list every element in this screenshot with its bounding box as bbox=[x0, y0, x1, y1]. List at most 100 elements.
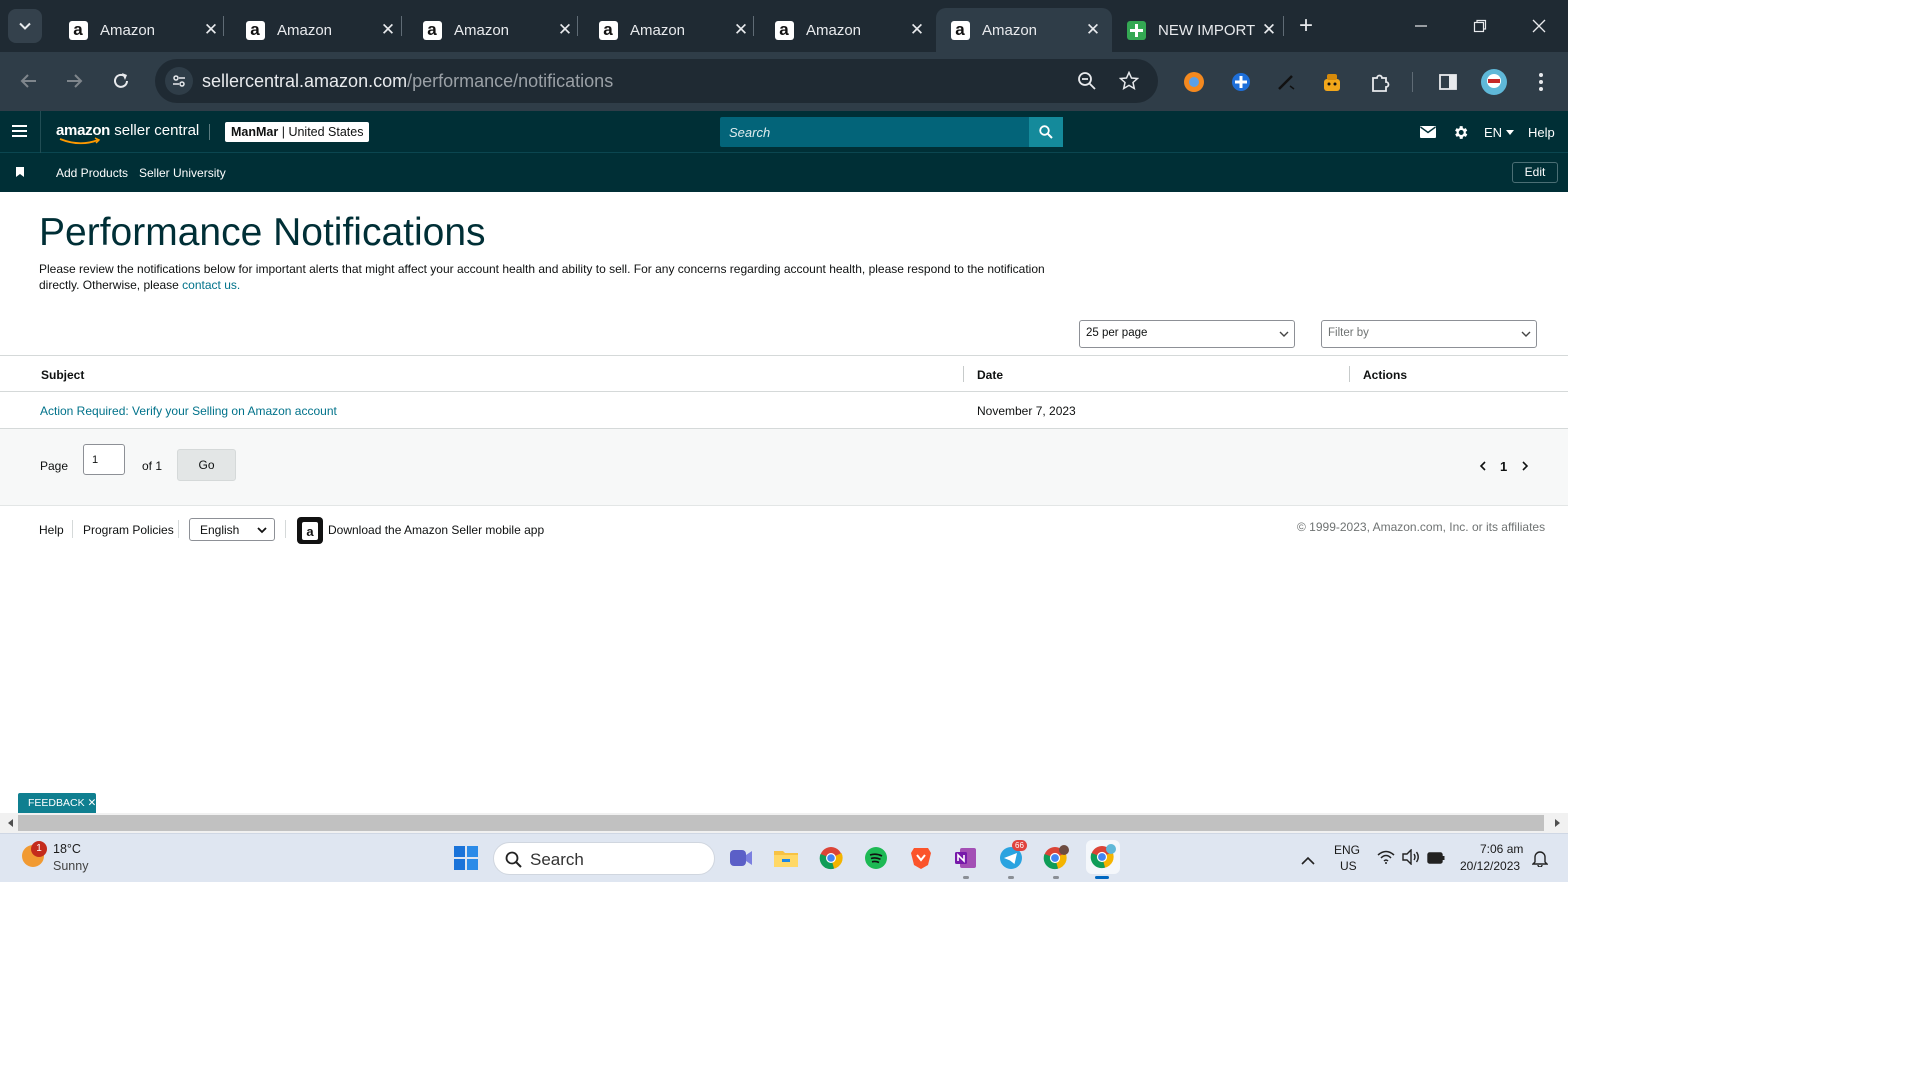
footer-language-value: English bbox=[200, 523, 240, 537]
browser-toolbar: sellercentral.amazon.com/performance/not… bbox=[0, 52, 1568, 111]
page-title: Performance Notifications bbox=[39, 211, 486, 254]
close-icon[interactable]: ✕ bbox=[88, 797, 97, 809]
close-icon[interactable]: ✕ bbox=[1084, 20, 1102, 39]
close-icon[interactable]: ✕ bbox=[379, 20, 397, 39]
bookmark-star-icon[interactable] bbox=[1118, 70, 1140, 92]
battery-icon[interactable] bbox=[1427, 851, 1445, 869]
input-language-bottom[interactable]: US bbox=[1340, 859, 1357, 873]
caret-down-icon bbox=[1506, 129, 1515, 135]
windows-start-icon[interactable] bbox=[454, 846, 478, 870]
browser-tab[interactable]: a Amazon ✕ bbox=[760, 8, 936, 52]
bookmark-seller-university[interactable]: Seller University bbox=[139, 166, 226, 180]
column-date[interactable]: Date bbox=[977, 368, 1003, 382]
per-page-select[interactable]: 25 per page bbox=[1079, 320, 1295, 348]
close-icon[interactable]: ✕ bbox=[556, 20, 574, 39]
reload-button[interactable] bbox=[106, 66, 136, 96]
teams-meet-icon[interactable] bbox=[728, 845, 754, 871]
table-row: Action Required: Verify your Selling on … bbox=[0, 392, 1568, 429]
close-icon[interactable]: ✕ bbox=[908, 20, 926, 39]
site-info-icon[interactable] bbox=[165, 67, 193, 95]
clock-time[interactable]: 7:06 am bbox=[1480, 842, 1523, 856]
filter-select[interactable]: Filter by bbox=[1321, 320, 1537, 348]
settings-button[interactable] bbox=[1452, 111, 1469, 153]
browser-tab[interactable]: a Amazon ✕ bbox=[584, 8, 760, 52]
minimize-icon bbox=[1415, 25, 1427, 27]
amazon-a-icon: a bbox=[598, 20, 618, 40]
chrome-profile-icon[interactable] bbox=[1043, 845, 1069, 871]
page-number-input[interactable]: 1 bbox=[83, 444, 125, 475]
chrome-icon[interactable] bbox=[818, 845, 844, 871]
tab-search-button[interactable] bbox=[8, 9, 42, 43]
help-link[interactable]: Help bbox=[1528, 111, 1555, 153]
wifi-icon[interactable] bbox=[1377, 850, 1395, 869]
file-explorer-icon[interactable] bbox=[773, 845, 799, 871]
extension-blue-icon[interactable] bbox=[1228, 69, 1254, 95]
feedback-button[interactable]: FEEDBACK ✕ bbox=[18, 793, 96, 813]
telegram-icon[interactable]: 66 bbox=[998, 840, 1027, 871]
messages-button[interactable] bbox=[1420, 111, 1436, 153]
chrome-active-icon[interactable] bbox=[1086, 840, 1120, 874]
edit-bookmarks-button[interactable]: Edit bbox=[1512, 162, 1558, 183]
notification-subject-link[interactable]: Action Required: Verify your Selling on … bbox=[40, 404, 337, 418]
current-page-number[interactable]: 1 bbox=[1500, 459, 1507, 474]
restore-button[interactable] bbox=[1465, 12, 1495, 40]
url-text[interactable]: sellercentral.amazon.com/performance/not… bbox=[202, 71, 613, 92]
search-input[interactable] bbox=[720, 117, 1029, 147]
bookmark-add-products[interactable]: Add Products bbox=[56, 166, 128, 180]
next-page-button[interactable] bbox=[1521, 459, 1529, 474]
volume-icon[interactable] bbox=[1402, 848, 1420, 870]
scroll-left-icon[interactable] bbox=[5, 817, 17, 829]
spotify-icon[interactable] bbox=[863, 845, 889, 871]
profile-avatar[interactable] bbox=[1481, 69, 1507, 95]
zoom-icon[interactable] bbox=[1076, 70, 1098, 92]
search-button[interactable] bbox=[1029, 117, 1063, 147]
footer-help-link[interactable]: Help bbox=[39, 523, 64, 537]
close-icon[interactable]: ✕ bbox=[1260, 20, 1278, 39]
scroll-right-icon[interactable] bbox=[1551, 817, 1563, 829]
side-panel-icon[interactable] bbox=[1435, 69, 1461, 95]
brave-icon[interactable] bbox=[908, 845, 934, 871]
close-icon[interactable]: ✕ bbox=[202, 20, 220, 39]
amazon-a-icon: a bbox=[422, 20, 442, 40]
notifications-bell-icon[interactable] bbox=[1531, 849, 1549, 872]
extension-pen-icon[interactable] bbox=[1273, 69, 1299, 95]
go-button[interactable]: Go bbox=[177, 449, 236, 481]
program-policies-link[interactable]: Program Policies bbox=[83, 523, 174, 537]
browser-tab[interactable]: a Amazon ✕ bbox=[408, 8, 584, 52]
close-icon[interactable]: ✕ bbox=[732, 20, 750, 39]
download-app-link[interactable]: Download the Amazon Seller mobile app bbox=[328, 523, 544, 537]
close-window-button[interactable] bbox=[1524, 12, 1554, 40]
browser-menu-icon[interactable] bbox=[1528, 69, 1554, 95]
contact-us-link[interactable]: contact us. bbox=[182, 278, 240, 292]
browser-tab[interactable]: a Amazon ✕ bbox=[54, 8, 230, 52]
footer-language-select[interactable]: English bbox=[189, 518, 275, 541]
seller-central-logo[interactable]: amazon seller central bbox=[56, 122, 199, 145]
bookmark-icon[interactable] bbox=[16, 167, 24, 177]
horizontal-scrollbar[interactable] bbox=[0, 813, 1568, 833]
onenote-icon[interactable] bbox=[953, 845, 979, 871]
show-hidden-icons-button[interactable] bbox=[1301, 852, 1315, 870]
column-subject[interactable]: Subject bbox=[41, 368, 84, 382]
hamburger-menu-icon[interactable] bbox=[12, 125, 27, 138]
account-switcher[interactable]: ManMar | United States bbox=[225, 122, 370, 142]
browser-tab[interactable]: NEW IMPORT ✕ bbox=[1112, 8, 1288, 52]
back-button[interactable] bbox=[14, 66, 44, 96]
chevron-left-icon bbox=[1479, 461, 1486, 471]
extension-orange-icon[interactable] bbox=[1181, 69, 1207, 95]
extensions-puzzle-icon[interactable] bbox=[1367, 69, 1393, 95]
browser-tab-active[interactable]: a Amazon ✕ bbox=[936, 8, 1112, 52]
browser-tab[interactable]: a Amazon ✕ bbox=[231, 8, 407, 52]
language-switcher[interactable]: EN bbox=[1484, 111, 1515, 153]
minimize-button[interactable] bbox=[1406, 12, 1436, 40]
toolbar-divider bbox=[1412, 72, 1413, 92]
extension-honey-icon[interactable] bbox=[1319, 69, 1345, 95]
address-bar[interactable]: sellercentral.amazon.com/performance/not… bbox=[155, 59, 1158, 103]
taskbar-search[interactable]: Search bbox=[493, 842, 715, 875]
previous-page-button[interactable] bbox=[1479, 459, 1487, 474]
seller-app-icon[interactable]: a bbox=[297, 517, 323, 544]
scrollbar-thumb[interactable] bbox=[18, 815, 1544, 831]
clock-date[interactable]: 20/12/2023 bbox=[1460, 859, 1520, 873]
forward-button[interactable] bbox=[59, 66, 89, 96]
new-tab-button[interactable]: + bbox=[1293, 14, 1319, 40]
input-language-top[interactable]: ENG bbox=[1334, 843, 1360, 857]
